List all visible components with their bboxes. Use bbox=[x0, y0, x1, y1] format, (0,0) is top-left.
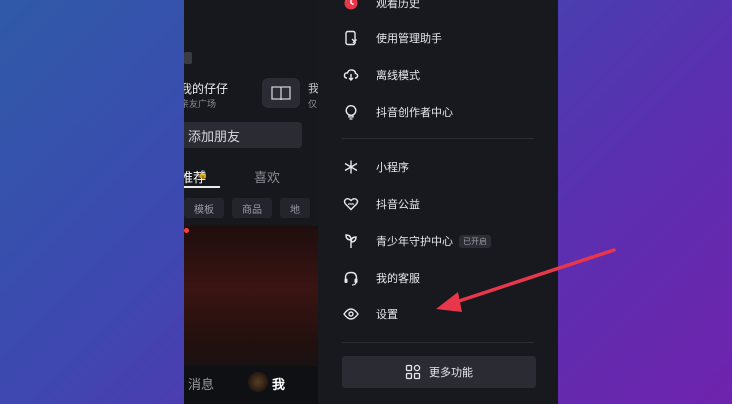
phone-manager-icon bbox=[342, 29, 360, 47]
menu-label-charity: 抖音公益 bbox=[376, 198, 420, 211]
menu-item-offline[interactable]: 离线模式 bbox=[342, 64, 420, 86]
grid-icon bbox=[405, 364, 421, 380]
more-features-button[interactable]: 更多功能 bbox=[342, 356, 536, 388]
menu-item-mini-programs[interactable]: 小程序 bbox=[342, 156, 409, 178]
menu-label-youth-protection: 青少年守护中心 bbox=[376, 235, 453, 248]
history-icon bbox=[342, 0, 360, 12]
lock-icon: 🔒 bbox=[198, 170, 208, 179]
tab-underline bbox=[184, 186, 220, 188]
side-drawer: 观看历史 使用管理助手 离线模式 抖音创作者中心 小程序 抖音公益 青少年守护中… bbox=[318, 0, 558, 404]
profile-tag bbox=[184, 52, 192, 64]
settings-icon bbox=[342, 305, 360, 323]
profile-page: 我的仔仔 亲友广场 我 仅 添加朋友 推荐 🔒 喜欢 模板 商品 地 消息 我 bbox=[184, 0, 319, 404]
menu-label-phone-manager: 使用管理助手 bbox=[376, 32, 442, 45]
add-friend-label: 添加朋友 bbox=[188, 129, 241, 145]
cloud-download-icon bbox=[342, 66, 360, 84]
chip-products[interactable]: 商品 bbox=[232, 198, 272, 218]
profile-subtitle: 亲友广场 bbox=[184, 100, 217, 110]
menu-divider bbox=[342, 138, 534, 139]
youth-protection-badge: 已开启 bbox=[459, 234, 491, 248]
red-dot-indicator bbox=[184, 228, 189, 233]
menu-label-mini-programs: 小程序 bbox=[376, 161, 409, 174]
filter-chips: 模板 商品 地 bbox=[184, 198, 310, 218]
phone-screen: 我的仔仔 亲友广场 我 仅 添加朋友 推荐 🔒 喜欢 模板 商品 地 消息 我 bbox=[184, 0, 558, 404]
nav-me[interactable]: 我 bbox=[272, 374, 285, 393]
tab-likes[interactable]: 喜欢 bbox=[254, 167, 280, 186]
book-icon bbox=[271, 86, 291, 101]
menu-item-settings[interactable]: 设置 bbox=[342, 303, 398, 325]
nav-messages[interactable]: 消息 bbox=[188, 374, 214, 393]
menu-label-customer-service: 我的客服 bbox=[376, 272, 420, 285]
more-features-label: 更多功能 bbox=[429, 366, 473, 379]
sprout-icon bbox=[342, 232, 360, 250]
menu-item-youth-protection[interactable]: 青少年守护中心 已开启 bbox=[342, 230, 491, 252]
lightbulb-icon bbox=[342, 103, 360, 121]
heart-hands-icon bbox=[342, 195, 360, 213]
chip-location[interactable]: 地 bbox=[280, 198, 310, 218]
menu-item-charity[interactable]: 抖音公益 bbox=[342, 193, 420, 215]
nav-avatar bbox=[248, 372, 268, 392]
menu-item-customer-service[interactable]: 我的客服 bbox=[342, 267, 420, 289]
menu-item-creator-center[interactable]: 抖音创作者中心 bbox=[342, 101, 453, 123]
menu-label-creator-center: 抖音创作者中心 bbox=[376, 106, 453, 119]
book-button[interactable] bbox=[262, 78, 300, 108]
chip-template[interactable]: 模板 bbox=[184, 198, 224, 218]
menu-label-offline: 离线模式 bbox=[376, 69, 420, 82]
profile-name: 我的仔仔 bbox=[184, 82, 229, 96]
asterisk-icon bbox=[342, 158, 360, 176]
menu-label-history: 观看历史 bbox=[376, 0, 420, 10]
headset-icon bbox=[342, 269, 360, 287]
add-friend-button[interactable]: 添加朋友 bbox=[184, 122, 302, 148]
video-thumbnail[interactable] bbox=[184, 226, 318, 366]
menu-divider bbox=[342, 342, 534, 343]
menu-label-settings: 设置 bbox=[376, 308, 398, 321]
menu-item-history[interactable]: 观看历史 bbox=[342, 0, 420, 14]
profile-edge-subtext: 仅 bbox=[308, 100, 318, 110]
menu-item-phone-manager[interactable]: 使用管理助手 bbox=[342, 27, 442, 49]
